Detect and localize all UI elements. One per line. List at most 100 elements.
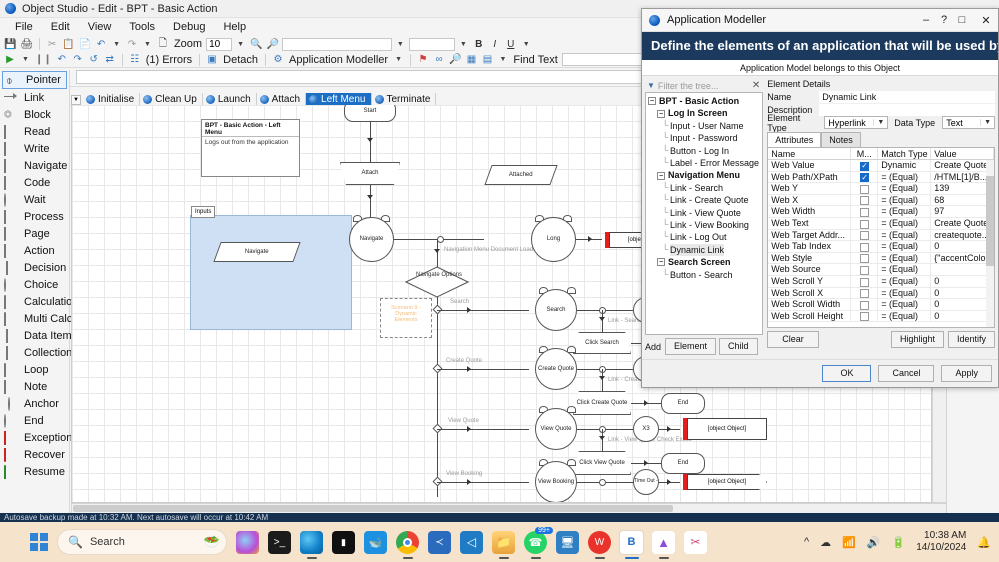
checkbox-icon[interactable] [860, 254, 869, 263]
cut-icon[interactable]: ✂ [45, 37, 59, 51]
shape-click-create-quote[interactable]: Click Create Quote [573, 391, 631, 415]
tab-launch[interactable]: Launch [203, 93, 257, 105]
shape-start[interactable]: Start [344, 105, 396, 122]
checkbox-icon[interactable] [860, 301, 869, 310]
shape-view-quote-stage[interactable]: View Quote [535, 408, 577, 450]
attr-checkbox[interactable] [851, 160, 878, 171]
highlight-button[interactable]: Highlight [891, 331, 944, 348]
tree-node-root[interactable]: −BPT - Basic Action [648, 95, 762, 107]
shape-click-view-quote[interactable]: Click View Quote [573, 451, 631, 475]
checkbox-icon[interactable] [860, 208, 869, 217]
remote-desktop-icon[interactable]: 🖥 [556, 531, 579, 554]
decision-navigate-options[interactable] [405, 266, 469, 298]
tool-page[interactable]: Page [0, 225, 69, 242]
cancel-button[interactable]: Cancel [878, 365, 934, 382]
docker-icon[interactable]: 🐋 [364, 531, 387, 554]
paste-icon[interactable]: 📄 [78, 37, 92, 51]
scenario-note[interactable]: Scenario 9 - Dynamic Elements [380, 298, 432, 338]
battery-icon[interactable]: 🔋 [892, 536, 906, 549]
attr-checkbox[interactable] [851, 253, 878, 264]
attr-checkbox[interactable] [851, 264, 878, 275]
volume-icon[interactable]: 🔊 [867, 536, 881, 549]
tool-link[interactable]: Link [0, 89, 69, 106]
checkbox-icon[interactable] [860, 162, 869, 171]
tool-wait[interactable]: Wait [0, 191, 69, 208]
table-row[interactable]: Web Scroll X= (Equal)0 [768, 288, 994, 300]
tool-decision[interactable]: Decision [0, 259, 69, 276]
tool-process[interactable]: Process [0, 208, 69, 225]
undo-icon[interactable]: ↶ [94, 37, 108, 51]
photos-icon[interactable]: ▲ [652, 531, 675, 554]
whatsapp-icon[interactable]: ☎ 99+ [524, 531, 547, 554]
tool-end[interactable]: End [0, 412, 69, 429]
zoom-dropdown-icon[interactable]: ▼ [234, 41, 247, 48]
wps-icon[interactable]: W [588, 531, 611, 554]
font-color-dropdown-icon[interactable]: ▼ [520, 41, 533, 48]
shape-create-quote-stage[interactable]: Create Quote [535, 348, 577, 390]
shape-navigate-dataitem[interactable]: Navigate [213, 242, 300, 262]
shape-end-3[interactable]: End [661, 453, 705, 474]
tool-write[interactable]: Write [0, 140, 69, 157]
table-row[interactable]: Web Target Addr...= (Equal)createquote..… [768, 230, 994, 242]
bold-icon[interactable]: B [472, 37, 486, 51]
col-name[interactable]: Name [768, 148, 851, 159]
tree-node-button-search[interactable]: Button - Search [648, 269, 762, 281]
notification-bell-icon[interactable]: 🔔 [977, 536, 991, 549]
taskbar-search[interactable]: 🔍 Search 🥗 [57, 529, 227, 555]
shape-attach[interactable]: Attach [340, 162, 400, 185]
powershell-icon[interactable]: ≺ [428, 531, 451, 554]
ok-button[interactable]: OK [822, 365, 871, 382]
maximize-button[interactable]: □ [950, 9, 974, 31]
tool-collection[interactable]: Collection [0, 344, 69, 361]
block-region[interactable]: Inputs [190, 215, 352, 330]
tool-block[interactable]: ⏣Block [0, 106, 69, 123]
italic-icon[interactable]: I [488, 37, 502, 51]
checkbox-icon[interactable] [860, 266, 869, 275]
errors-label[interactable]: (1) Errors [144, 54, 194, 66]
checkbox-icon[interactable] [860, 243, 869, 252]
shape-time-out[interactable]: Time Out - [633, 469, 659, 495]
copy-icon[interactable]: 📋 [61, 37, 75, 51]
underline-icon[interactable]: U [504, 37, 518, 51]
reset-icon[interactable]: ⇄ [103, 53, 117, 67]
chrome-icon[interactable] [396, 531, 419, 554]
application-modeller-button[interactable]: Application Modeller [287, 54, 390, 66]
fullscreen-icon[interactable]: ▦ [464, 53, 478, 67]
attributes-grid[interactable]: Name M... Match Type Value Web ValueDyna… [767, 147, 995, 328]
blue-prism-icon[interactable]: B [620, 531, 643, 554]
tool-multi-calc[interactable]: Multi Calc [0, 310, 69, 327]
run-dropdown-icon[interactable]: ▼ [19, 56, 32, 63]
tab-attach[interactable]: Attach [257, 93, 306, 105]
description-field[interactable] [819, 104, 995, 116]
element-type-select[interactable]: Hyperlink ▼ [824, 116, 888, 129]
attr-checkbox[interactable] [851, 195, 878, 206]
undo-dropdown-icon[interactable]: ▼ [110, 41, 123, 48]
step-in-icon[interactable]: ↷ [71, 53, 85, 67]
checkbox-icon[interactable] [860, 173, 869, 182]
table-row[interactable]: Web Width= (Equal)97 [768, 206, 994, 218]
tab-clean-up[interactable]: Clean Up [140, 93, 203, 105]
tool-note[interactable]: Note [0, 378, 69, 395]
save-icon[interactable]: 💾 [3, 37, 17, 51]
attr-checkbox[interactable] [851, 311, 878, 322]
table-row[interactable]: Web Scroll Width= (Equal)0 [768, 299, 994, 311]
run-icon[interactable]: ▶ [3, 53, 17, 67]
table-row[interactable]: Web X= (Equal)68 [768, 195, 994, 207]
table-row[interactable]: Web ValueDynamicCreate Quote [768, 160, 994, 172]
edge-icon[interactable] [300, 531, 323, 554]
tool-pointer[interactable]: ⌽Pointer [2, 71, 67, 89]
chevron-down-icon[interactable]: ▼ [873, 119, 887, 126]
tool-navigate[interactable]: Navigate [0, 157, 69, 174]
checkbox-icon[interactable] [860, 312, 869, 321]
attr-checkbox[interactable] [851, 172, 878, 183]
clear-filter-icon[interactable]: ✕ [752, 80, 763, 91]
tool-exception[interactable]: Exception [0, 429, 69, 446]
expander-icon[interactable]: − [648, 97, 656, 105]
attr-checkbox[interactable] [851, 206, 878, 217]
copilot-icon[interactable] [236, 531, 259, 554]
scrollbar-thumb[interactable] [73, 505, 673, 512]
table-row[interactable]: Web Text= (Equal)Create Quote [768, 218, 994, 230]
wifi-icon[interactable]: 📶 [842, 536, 856, 549]
menu-edit[interactable]: Edit [42, 18, 79, 36]
apply-button[interactable]: Apply [941, 365, 992, 382]
